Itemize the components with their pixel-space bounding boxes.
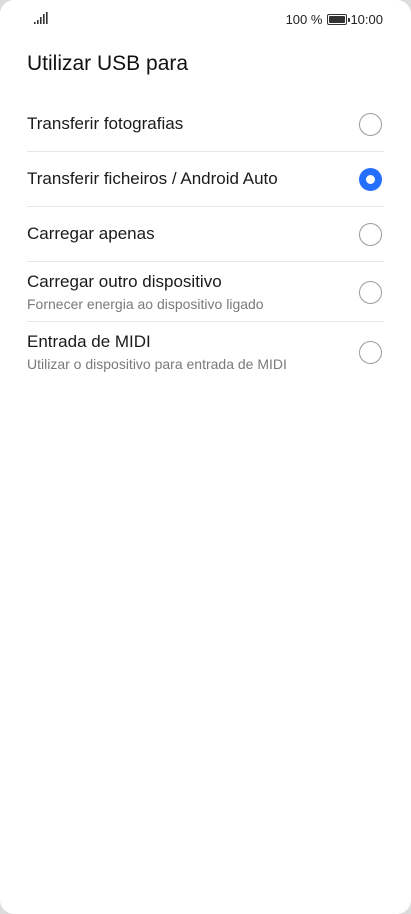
battery-icon bbox=[327, 14, 350, 25]
option-label: Entrada de MIDI bbox=[27, 332, 151, 351]
clock: 10:00 bbox=[350, 12, 383, 27]
radio-button-selected[interactable] bbox=[359, 168, 382, 191]
radio-button[interactable] bbox=[359, 341, 382, 364]
status-right: 100 % 10:00 bbox=[286, 12, 383, 27]
usb-mode-options: Transferir fotografias Transferir fichei… bbox=[27, 97, 384, 382]
radio-button[interactable] bbox=[359, 223, 382, 246]
battery-percent: 100 % bbox=[285, 12, 323, 27]
radio-button[interactable] bbox=[359, 113, 382, 136]
screen: 100 % 10:00 Utilizar USB para Transferir… bbox=[0, 0, 411, 914]
signal-bars-icon bbox=[34, 12, 48, 24]
option-label: Carregar outro dispositivo bbox=[27, 272, 222, 291]
status-bar: 100 % 10:00 bbox=[0, 0, 411, 40]
option-charge-other-device[interactable]: Carregar outro dispositivo Fornecer ener… bbox=[27, 262, 384, 322]
option-sublabel: Utilizar o dispositivo para entrada de M… bbox=[27, 356, 287, 372]
option-charge-only[interactable]: Carregar apenas bbox=[27, 207, 384, 262]
page-title: Utilizar USB para bbox=[27, 52, 189, 75]
option-transfer-photos[interactable]: Transferir fotografias bbox=[27, 97, 384, 152]
option-label: Transferir fotografias bbox=[27, 114, 184, 133]
option-sublabel: Fornecer energia ao dispositivo ligado bbox=[27, 296, 264, 312]
option-label: Carregar apenas bbox=[27, 224, 155, 243]
option-label: Transferir ficheiros / Android Auto bbox=[27, 169, 278, 188]
option-midi-input[interactable]: Entrada de MIDI Utilizar o dispositivo p… bbox=[27, 322, 384, 382]
radio-button[interactable] bbox=[359, 281, 382, 304]
option-transfer-files[interactable]: Transferir ficheiros / Android Auto bbox=[27, 152, 384, 207]
